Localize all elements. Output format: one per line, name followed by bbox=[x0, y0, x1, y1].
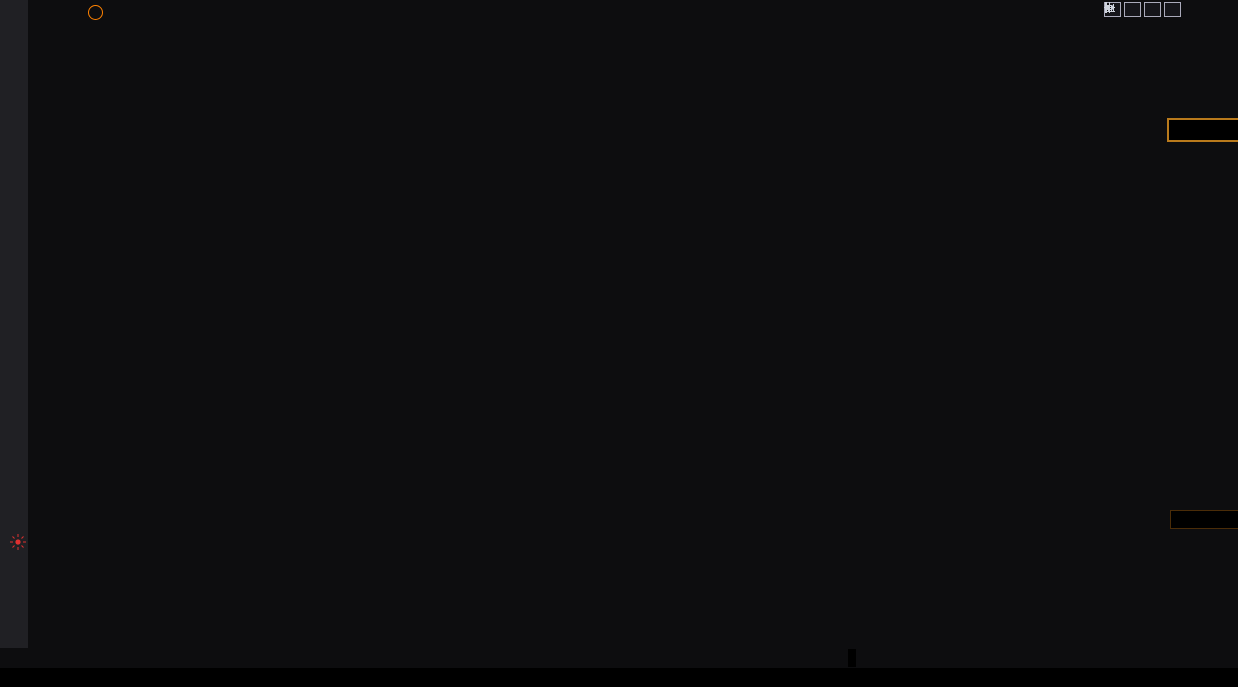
last-price-badge bbox=[1167, 118, 1238, 142]
indicator-toolbar bbox=[0, 668, 1238, 687]
x-axis-strip bbox=[0, 649, 1238, 668]
macd-indicator-row bbox=[82, 400, 130, 415]
axis-left-icon[interactable] bbox=[1124, 2, 1141, 17]
add-compare-icon[interactable] bbox=[88, 5, 103, 20]
toolbar-spacer bbox=[0, 668, 16, 687]
rsi-indicator-row bbox=[82, 536, 130, 551]
axis-shift-icon[interactable] bbox=[1164, 2, 1181, 17]
candlestick-chart[interactable] bbox=[0, 0, 1238, 687]
chart-tool-icons bbox=[1104, 2, 1181, 17]
chart-workspace bbox=[0, 0, 1238, 687]
macd-last-badge bbox=[1170, 510, 1238, 529]
axis-right-icon[interactable] bbox=[1144, 2, 1161, 17]
date-badge bbox=[848, 649, 856, 667]
chart-title bbox=[82, 5, 103, 21]
